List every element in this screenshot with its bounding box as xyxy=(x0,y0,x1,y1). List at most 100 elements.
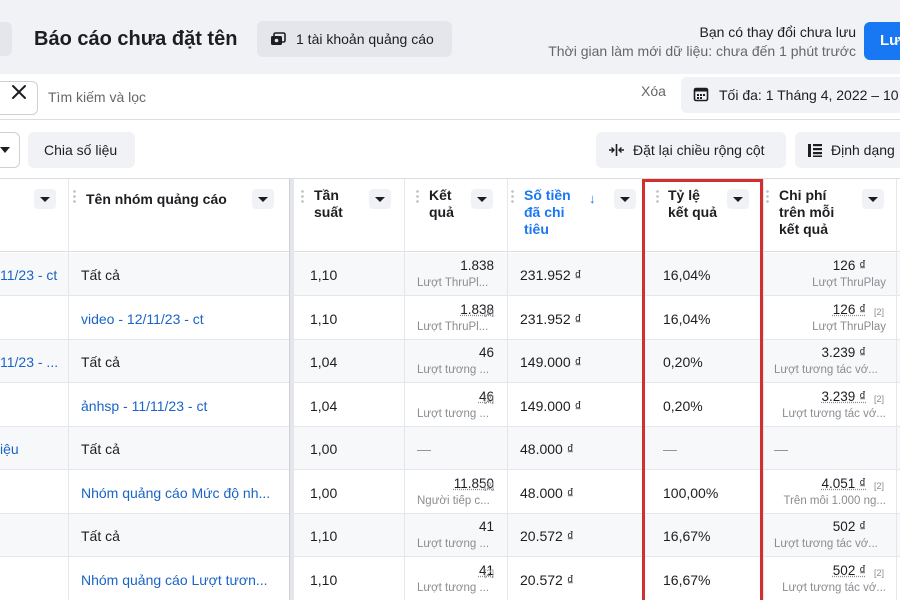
cost-per-result-value: 126 ₫ xyxy=(833,302,866,317)
report-table: 11/23 - ct Tất cả 1,10 1.838 Lượt ThruPl... 2… xyxy=(0,178,900,600)
results-value: 46 xyxy=(479,345,494,360)
table-row[interactable]: video - 12/11/23 - ct 1,10 1.838 [2] Lượt Th… xyxy=(0,297,900,340)
column-drag-handle[interactable] xyxy=(416,189,419,203)
format-label: Định dạng xyxy=(831,142,895,158)
report-title[interactable]: Báo cáo chưa đặt tên xyxy=(34,28,237,51)
cost-type-label: Lượt ThruPlay xyxy=(774,321,886,333)
campaign-name-cell[interactable]: 11/23 - ... xyxy=(0,354,66,370)
column-divider xyxy=(68,179,69,600)
clear-filters-button[interactable]: Xóa xyxy=(641,83,666,99)
calendar-icon xyxy=(693,86,709,105)
table-row[interactable]: iệu Tất cả 1,00 — 48.000 ₫ — — xyxy=(0,427,900,470)
adset-name-cell: Tất cả xyxy=(81,528,281,544)
ad-account-button[interactable]: 1 tài khoản quảng cáo xyxy=(257,21,452,57)
results-type-label: Lượt ThruPl... xyxy=(417,277,497,289)
results-footnote-badge: [2] xyxy=(484,394,494,404)
amount-spent-cell: 48.000 ₫ xyxy=(520,441,574,457)
search-input[interactable] xyxy=(48,85,348,109)
reset-column-width-button[interactable]: Đặt lại chiều rộng cột xyxy=(596,132,786,168)
cost-per-result-column-menu-button[interactable] xyxy=(862,189,884,209)
frequency-cell: 1,04 xyxy=(310,354,337,370)
data-refresh-status: Thời gian làm mới dữ liệu: chưa đến 1 ph… xyxy=(496,43,856,59)
column-divider xyxy=(763,179,764,600)
cost-type-label: Lượt tương tác vớ... xyxy=(774,582,886,594)
sort-descending-icon: ↓ xyxy=(589,191,596,206)
adset-name-cell[interactable]: video - 12/11/23 - ct xyxy=(81,311,281,327)
amount-spent-cell: 149.000 ₫ xyxy=(520,398,582,414)
cost-per-result-value: 4.051 ₫ xyxy=(822,476,866,491)
campaign-name-cell[interactable]: 11/23 - ct xyxy=(0,267,66,283)
table-format-icon xyxy=(807,143,823,158)
cost-per-result-value: 3.239 ₫ xyxy=(822,389,866,404)
table-row[interactable]: 11/23 - ... Tất cả 1,04 46 Lượt tương ... 149… xyxy=(0,340,900,383)
adset-name-cell[interactable]: Nhóm quảng cáo Mức độ nh... xyxy=(81,485,281,501)
frequency-cell: 1,04 xyxy=(310,398,337,414)
cost-footnote-badge: [2] xyxy=(874,307,884,317)
cost-footnote-badge: [2] xyxy=(874,481,884,491)
table-row[interactable]: ảnhsp - 11/11/23 - ct 1,04 46 [2] Lượt tương… xyxy=(0,384,900,427)
frequency-column-menu-button[interactable] xyxy=(369,189,391,209)
amount-spent-cell: 231.952 ₫ xyxy=(520,311,582,327)
result-rate-column-menu-button[interactable] xyxy=(727,189,749,209)
frequency-cell: 1,00 xyxy=(310,485,337,501)
results-type-label: Lượt tương ... xyxy=(417,408,497,420)
cost-type-label: Trên mỗi 1.000 ng... xyxy=(774,495,886,507)
results-type-label: Lượt tương ... xyxy=(417,538,497,550)
amount-spent-column-menu-button[interactable] xyxy=(614,189,636,209)
results-header[interactable]: Kết quả xyxy=(429,187,454,221)
breakdown-button[interactable]: Chia số liệu xyxy=(28,132,135,168)
adset-name-cell: Tất cả xyxy=(81,354,281,370)
results-value: 1.838 xyxy=(460,258,494,273)
table-row[interactable]: Tất cả 1,10 41 Lượt tương ... 20.572 ₫ 16,67%… xyxy=(0,514,900,557)
amount-spent-header[interactable]: Số tiền đã chi tiêu xyxy=(524,187,571,238)
breakdown-label: Chia số liệu xyxy=(44,142,117,158)
table-header: Tên nhóm quảng cáo Tần suất Kết quả Số t… xyxy=(0,179,900,252)
result-rate-cell: 16,04% xyxy=(663,311,710,327)
column-drag-handle[interactable] xyxy=(301,189,304,203)
campaign-column-menu-button[interactable] xyxy=(34,189,56,209)
adset-name-cell[interactable]: ảnhsp - 11/11/23 - ct xyxy=(81,398,281,414)
result-rate-header[interactable]: Tỷ lệ kết quả xyxy=(668,187,717,221)
close-icon[interactable] xyxy=(10,83,28,101)
format-button[interactable]: Định dạng xyxy=(795,132,900,168)
adset-name-cell[interactable]: Nhóm quảng cáo Lượt tươn... xyxy=(81,572,281,588)
cost-footnote-badge: [2] xyxy=(874,568,884,578)
results-footnote-badge: [2] xyxy=(484,481,494,491)
column-resize-icon xyxy=(608,143,625,157)
save-button[interactable]: Lưu xyxy=(864,22,900,60)
column-drag-handle[interactable] xyxy=(766,189,769,203)
table-row[interactable]: Nhóm quảng cáo Mức độ nh... 1,00 11.850 [2]… xyxy=(0,471,900,514)
cost-per-result-value: 126 ₫ xyxy=(833,258,866,273)
column-preset-dropdown[interactable] xyxy=(0,132,20,168)
filter-bar: Xóa Tối đa: 1 Tháng 4, 2022 – 10 xyxy=(0,74,900,120)
results-footnote-badge: [2] xyxy=(484,568,494,578)
results-type-label: Lượt tương ... xyxy=(417,582,497,594)
adset-name-cell: Tất cả xyxy=(81,441,281,457)
result-rate-cell: 16,67% xyxy=(663,528,710,544)
adset-name-header[interactable]: Tên nhóm quảng cáo xyxy=(86,191,227,208)
column-drag-handle[interactable] xyxy=(656,189,659,203)
column-drag-handle[interactable] xyxy=(511,189,514,203)
left-panel-tab[interactable] xyxy=(0,22,12,56)
date-range-button[interactable]: Tối đa: 1 Tháng 4, 2022 – 10 xyxy=(681,77,900,113)
result-rate-cell: 16,04% xyxy=(663,267,710,283)
result-rate-cell: 0,20% xyxy=(663,354,703,370)
column-drag-handle[interactable] xyxy=(73,189,76,203)
table-row[interactable]: 11/23 - ct Tất cả 1,10 1.838 Lượt ThruPl... 2… xyxy=(0,253,900,296)
frequency-cell: 1,00 xyxy=(310,441,337,457)
table-row[interactable]: Nhóm quảng cáo Lượt tươn... 1,10 41 [2] Lượt… xyxy=(0,558,900,600)
column-divider xyxy=(507,179,508,600)
frequency-header[interactable]: Tần suất xyxy=(314,187,343,221)
column-divider xyxy=(643,179,644,600)
adset-column-menu-button[interactable] xyxy=(252,189,274,209)
amount-spent-cell: 20.572 ₫ xyxy=(520,572,574,588)
cost-per-result-header[interactable]: Chi phí trên mỗi kết quả xyxy=(779,187,834,238)
cost-per-result-value: 502 ₫ xyxy=(833,563,866,578)
amount-spent-cell: 149.000 ₫ xyxy=(520,354,582,370)
cost-type-label: Lượt tương tác vớ... xyxy=(774,538,886,550)
campaign-name-cell[interactable]: iệu xyxy=(0,441,66,457)
results-column-menu-button[interactable] xyxy=(471,189,493,209)
frozen-column-divider[interactable] xyxy=(289,179,294,600)
date-range-label: Tối đa: 1 Tháng 4, 2022 – 10 xyxy=(719,87,899,103)
results-cell: — xyxy=(417,441,431,457)
